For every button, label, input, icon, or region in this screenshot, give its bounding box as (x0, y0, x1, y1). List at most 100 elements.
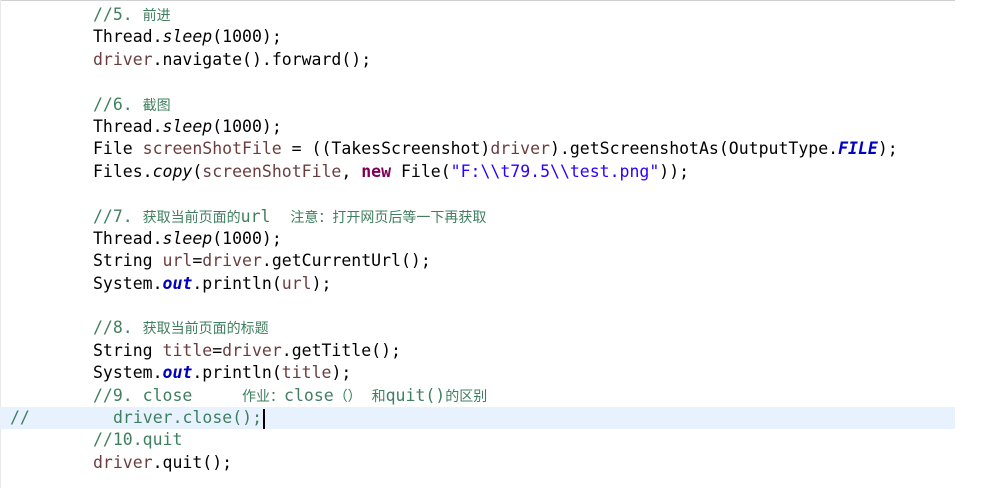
code-token: （） (333, 388, 362, 405)
code-token: Files. (93, 161, 153, 181)
code-line-driver-close-commented[interactable]: // driver.close(); (0, 407, 955, 430)
code-token: //10.quit (93, 430, 183, 450)
code-token: 获取当前页面的标题 (142, 321, 269, 338)
code-token: "F:\\t79.5\\test.png" (450, 161, 660, 181)
code-token: driver (93, 452, 153, 472)
code-text: System.out.println(title); (93, 362, 351, 384)
code-token: //7. (93, 206, 143, 226)
code-token: 截图 (142, 97, 171, 114)
code-text: System.out.println(url); (93, 273, 331, 295)
code-line-blank-1[interactable] (0, 71, 1007, 93)
text-cursor (263, 408, 266, 429)
code-line-driver-quit[interactable]: driver.quit(); (0, 452, 1007, 474)
code-line-comment-6[interactable]: //6. 截图 (0, 94, 1007, 116)
code-token: File( (391, 161, 451, 181)
code-text: Thread.sleep(1000); (93, 26, 282, 48)
code-token: out (162, 363, 193, 383)
code-text: driver.quit(); (93, 452, 232, 474)
code-token: ).getScreenshotAs(OutputType. (549, 139, 839, 159)
code-line-print-title[interactable]: System.out.println(title); (0, 362, 1007, 384)
code-token: driver (93, 49, 153, 69)
code-token: (1000); (212, 116, 282, 136)
code-token: 的区别 (445, 388, 488, 405)
code-token: url (281, 273, 312, 293)
code-token: out (162, 273, 193, 293)
code-text: //9. close 作业：close（） 和quit()的区别 (93, 385, 487, 408)
code-line-get-current-url[interactable]: String url=driver.getCurrentUrl(); (0, 250, 1007, 272)
code-token: title (162, 340, 213, 360)
code-token: driver (222, 340, 282, 360)
code-text: driver.close(); (113, 407, 266, 429)
code-text: File screenShotFile = ((TakesScreenshot)… (93, 138, 898, 160)
code-line-blank-2[interactable] (0, 183, 1007, 205)
code-token: driver (490, 139, 550, 159)
code-token: Thread. (93, 116, 163, 136)
code-line-get-title[interactable]: String title=driver.getTitle(); (0, 340, 1007, 362)
code-token: close (284, 385, 334, 405)
code-token: .getCurrentUrl(); (261, 251, 431, 271)
code-token: screenShotFile (142, 139, 282, 159)
code-text: //8. 获取当前页面的标题 (93, 317, 269, 340)
code-token: 前进 (142, 8, 171, 24)
code-token: ( (192, 161, 203, 181)
code-token: quit() (385, 385, 446, 405)
code-token: url (162, 251, 193, 271)
code-text: Thread.sleep(1000); (93, 116, 282, 138)
code-text: Files.copy(screenShotFile, new File("F:\… (93, 161, 689, 183)
code-line-blank-3[interactable] (0, 295, 1007, 317)
code-text: String title=driver.getTitle(); (93, 340, 401, 362)
code-token: //8. (93, 318, 143, 338)
code-token: screenShotFile (202, 161, 342, 181)
code-editor[interactable]: //5. 前进 Thread.sleep(1000); driver.navigat… (0, 0, 1007, 488)
code-token: sleep (162, 228, 213, 248)
code-line-comment-5[interactable]: //5. 前进 (0, 4, 1007, 26)
code-text: Thread.sleep(1000); (93, 228, 282, 250)
comment-marker: // (10, 408, 30, 428)
code-token: System. (93, 363, 163, 383)
code-token: (1000); (212, 27, 282, 47)
code-token: driver (202, 251, 262, 271)
code-line-files-copy[interactable]: Files.copy(screenShotFile, new File("F:\… (0, 161, 1007, 183)
code-token: , (341, 161, 362, 181)
code-line-thread-sleep-3[interactable]: Thread.sleep(1000); (0, 228, 1007, 250)
code-line-comment-10[interactable]: //10.quit (0, 429, 1007, 451)
code-token: new (361, 161, 392, 181)
code-token: 注意：打开网页后等一下再获取 (290, 209, 487, 226)
code-line-comment-7[interactable]: //7. 获取当前页面的url 注意：打开网页后等一下再获取 (0, 206, 1007, 228)
code-token: = (192, 251, 203, 271)
code-token: url (240, 206, 291, 226)
code-text: String url=driver.getCurrentUrl(); (93, 250, 431, 272)
code-line-comment-9[interactable]: //9. close 作业：close（） 和quit()的区别 (0, 385, 1007, 407)
code-area[interactable]: //5. 前进 Thread.sleep(1000); driver.navigat… (0, 4, 1007, 474)
code-token: title (281, 363, 332, 383)
code-token: (1000); (212, 228, 282, 248)
code-line-screenshot-file[interactable]: File screenShotFile = ((TakesScreenshot)… (0, 138, 1007, 160)
code-token: FILE (838, 139, 878, 159)
code-token: //5. (93, 5, 143, 24)
code-token: .navigate().forward(); (152, 49, 372, 69)
code-token: .quit(); (152, 452, 233, 472)
code-line-comment-8[interactable]: //8. 获取当前页面的标题 (0, 317, 1007, 339)
code-token: 获取当前页面的 (142, 209, 241, 226)
code-token: = (212, 340, 223, 360)
code-token: System. (93, 273, 163, 293)
code-line-navigate-forward[interactable]: driver.navigate().forward(); (0, 49, 1007, 71)
code-token: ); (331, 363, 352, 383)
code-line-thread-sleep-2[interactable]: Thread.sleep(1000); (0, 116, 1007, 138)
code-text: //5. 前进 (93, 4, 171, 27)
code-token: 和 (371, 388, 386, 405)
code-token: String (93, 251, 163, 271)
code-token: copy (152, 161, 193, 181)
code-line-print-url[interactable]: System.out.println(url); (0, 273, 1007, 295)
code-text: //7. 获取当前页面的url 注意：打开网页后等一下再获取 (93, 206, 486, 229)
code-line-thread-sleep-1[interactable]: Thread.sleep(1000); (0, 26, 1007, 48)
code-token: Thread. (93, 27, 163, 47)
code-token: sleep (162, 27, 213, 47)
code-token: ); (311, 273, 332, 293)
code-token: ); (877, 139, 898, 159)
code-token: driver.close(); (113, 408, 263, 428)
code-text: //10.quit (93, 429, 182, 451)
code-text: driver.navigate().forward(); (93, 49, 371, 71)
code-token: Thread. (93, 228, 163, 248)
